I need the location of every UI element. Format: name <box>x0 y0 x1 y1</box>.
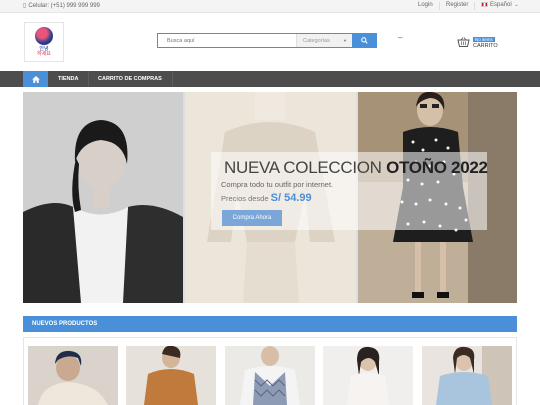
main-navigation: TIENDA CARRITO DE COMPRAS <box>0 71 540 87</box>
phone-text: Celular: (+51) 999 999 999 <box>28 2 100 9</box>
caret-down-icon: ▼ <box>343 38 347 43</box>
mobile-phone-icon: ▯ <box>23 3 27 9</box>
hero-title-light: NUEVA COLECCION <box>224 158 387 177</box>
login-link[interactable]: Login <box>418 2 433 8</box>
category-select[interactable]: Categorías ▼ <box>296 34 352 47</box>
divider <box>474 2 475 10</box>
home-icon <box>31 75 40 83</box>
logo-emblem <box>35 27 53 45</box>
product-card[interactable] <box>323 346 413 405</box>
shopping-basket-icon <box>457 36 470 47</box>
search-bar: Categorías ▼ <box>157 33 377 48</box>
chevron-down-icon: ⌄ <box>514 2 519 9</box>
nav-item-carrito[interactable]: CARRITO DE COMPRAS <box>88 71 173 87</box>
peru-flag-icon <box>481 2 488 7</box>
hero-price: Precios desde S/ 54.99 <box>221 192 312 204</box>
hero-image-blazer <box>23 92 183 303</box>
cart-count-badge: No items <box>473 37 495 42</box>
hero-subtitle: Compra todo tu outfit por internet. <box>221 180 334 189</box>
search-input[interactable] <box>158 34 296 47</box>
price-value: S/ 54.99 <box>270 192 312 204</box>
hero-banner[interactable]: NUEVA COLECCION OTOÑO 2022 Compra todo t… <box>23 92 517 303</box>
logo-text-line2: 하세요 <box>37 51 51 57</box>
product-card[interactable] <box>225 346 315 405</box>
language-selector[interactable]: Español ⌄ <box>481 2 519 8</box>
search-icon <box>360 37 368 44</box>
price-prefix: Precios desde <box>221 194 271 203</box>
nav-item-tienda[interactable]: TIENDA <box>48 71 90 87</box>
product-card[interactable] <box>28 346 118 405</box>
divider <box>439 2 440 10</box>
product-card[interactable] <box>126 346 216 405</box>
buy-now-button[interactable]: Compra Ahora <box>222 210 282 226</box>
phone-info: ▯ Celular: (+51) 999 999 999 <box>23 2 100 10</box>
category-label: Categorías <box>303 37 330 44</box>
header-dash: – <box>398 33 403 42</box>
hero-title-bold: OTOÑO 2022 <box>386 158 488 177</box>
site-logo[interactable]: 안녕 하세요 <box>24 22 64 62</box>
section-heading: NUEVOS PRODUCTOS <box>23 316 517 332</box>
cart-label: CARRITO <box>473 43 498 49</box>
product-card[interactable] <box>422 346 512 405</box>
language-label: Español <box>490 2 512 9</box>
search-button[interactable] <box>352 34 376 47</box>
top-bar: ▯ Celular: (+51) 999 999 999 Login Regis… <box>0 0 540 13</box>
hero-title: NUEVA COLECCION OTOÑO 2022 <box>224 158 488 178</box>
register-link[interactable]: Register <box>446 2 468 8</box>
home-button[interactable] <box>23 71 48 87</box>
cart-widget[interactable]: No items CARRITO <box>457 34 498 49</box>
